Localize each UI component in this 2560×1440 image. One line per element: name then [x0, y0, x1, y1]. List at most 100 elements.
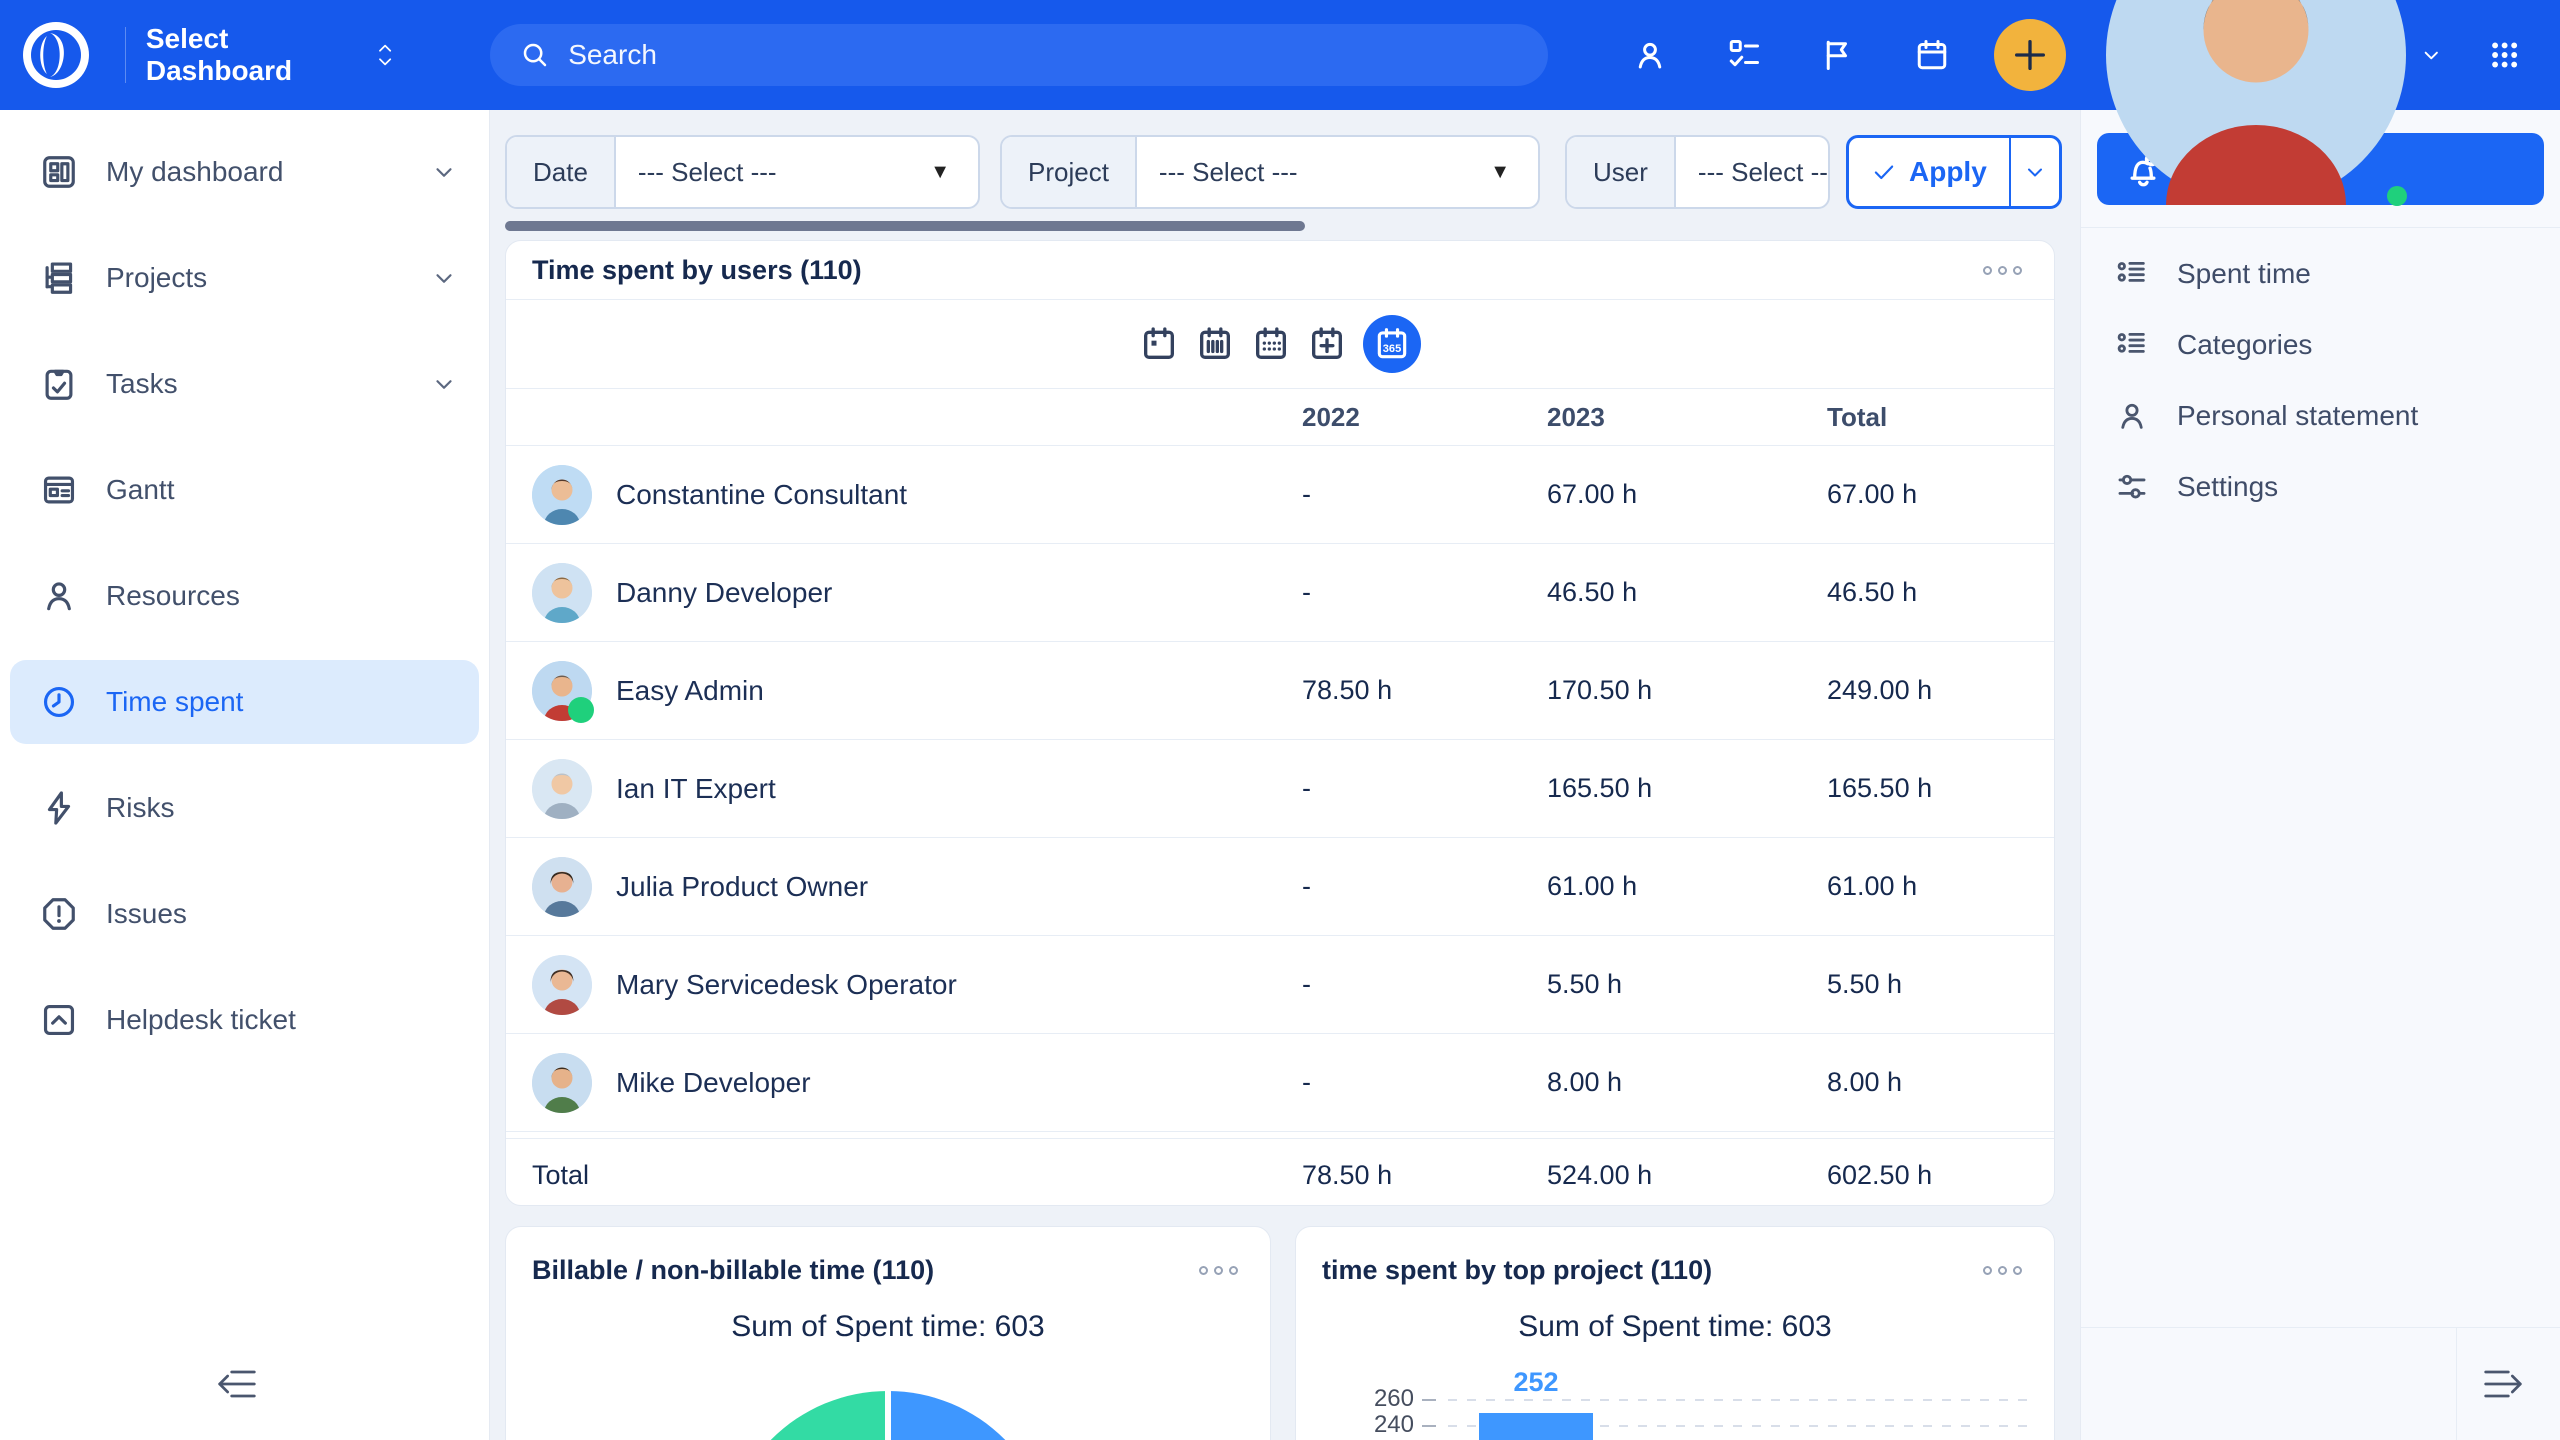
caret-down-icon: ▼ [1490, 161, 1516, 184]
sidebar-item-my-dashboard[interactable]: My dashboard [10, 130, 479, 214]
cell-total: 249.00 h [1827, 675, 2028, 706]
sidebar-item-label: Gantt [106, 474, 174, 506]
pie-slice-divider [885, 1391, 891, 1440]
table-header-row: 2022 2023 Total [506, 389, 2054, 446]
rightbar-item-settings[interactable]: Settings [2097, 451, 2544, 522]
table-row: Mike Developer - 8.00 h 8.00 h [506, 1034, 2054, 1132]
date-filter-select[interactable]: --- Select --- ▼ [616, 137, 978, 207]
left-sidebar: My dashboard Projects Tasks [0, 110, 490, 1440]
project-filter[interactable]: Project --- Select --- ▼ [1000, 135, 1540, 209]
apply-button[interactable]: Apply [1846, 135, 2062, 209]
horizontal-scrollbar[interactable] [505, 221, 1305, 231]
sidebar-item-issues[interactable]: Issues [10, 872, 479, 956]
tick-mark [1422, 1399, 1436, 1401]
chevron-down-icon[interactable] [2420, 42, 2443, 68]
sidebar-item-tasks[interactable]: Tasks [10, 342, 479, 426]
week-view-icon[interactable] [1195, 324, 1235, 364]
year-view-button-selected[interactable]: 365 [1363, 315, 1421, 373]
user-filter-select[interactable]: --- Select --- [1676, 137, 1828, 207]
list-icon [2115, 328, 2149, 362]
sidebar-item-time-spent[interactable]: Time spent [10, 660, 479, 744]
col-total: Total [1827, 402, 2028, 433]
apps-grid-icon[interactable] [2489, 37, 2520, 73]
gantt-icon [40, 471, 78, 509]
person-icon [2115, 399, 2149, 433]
chevron-down-icon [2023, 160, 2047, 184]
sidebar-item-risks[interactable]: Risks [10, 766, 479, 850]
date-filter[interactable]: Date --- Select --- ▼ [505, 135, 980, 209]
table-row: Julia Product Owner - 61.00 h 61.00 h [506, 838, 2054, 936]
quarter-view-icon[interactable] [1307, 324, 1347, 364]
card-title: time spent by top project (110) [1322, 1255, 1712, 1286]
chevron-down-icon[interactable] [431, 159, 457, 185]
cell-total: 46.50 h [1827, 577, 2028, 608]
apply-options-button[interactable] [2009, 138, 2059, 206]
expand-panel-icon[interactable] [2479, 1360, 2527, 1408]
table-row: Danny Developer - 46.50 h 46.50 h [506, 544, 2054, 642]
chevron-down-icon[interactable] [431, 371, 457, 397]
rightbar-item-categories[interactable]: Categories [2097, 309, 2544, 380]
check-icon [1871, 159, 1897, 185]
sidebar-item-gantt[interactable]: Gantt [10, 448, 479, 532]
cell-2023: 67.00 h [1547, 479, 1827, 510]
avatar [532, 465, 592, 525]
card-menu-button[interactable] [1977, 1260, 2028, 1281]
y-tick: 260 [1364, 1385, 1414, 1413]
sidebar-item-label: My dashboard [106, 156, 283, 188]
calendar-icon[interactable] [1914, 37, 1950, 73]
user-link[interactable]: Julia Product Owner [616, 871, 868, 903]
user-link[interactable]: Ian IT Expert [616, 773, 776, 805]
checklist-icon[interactable] [1726, 37, 1762, 73]
user-link[interactable]: Mike Developer [616, 1067, 811, 1099]
user-link[interactable]: Mary Servicedesk Operator [616, 969, 957, 1001]
rightbar-item-personal-statement[interactable]: Personal statement [2097, 380, 2544, 451]
card-menu-button[interactable] [1977, 260, 2028, 281]
quick-add-button[interactable] [1994, 19, 2066, 91]
clock-icon [40, 683, 78, 721]
cell-2022: - [1302, 1067, 1547, 1098]
user-link[interactable]: Danny Developer [616, 577, 832, 609]
zap-icon [40, 789, 78, 827]
list-icon [2115, 257, 2149, 291]
sidebar-item-resources[interactable]: Resources [10, 554, 479, 638]
cell-2022: - [1302, 479, 1547, 510]
user-link[interactable]: Easy Admin [616, 675, 764, 707]
dashboard-selector[interactable]: Select Dashboard [146, 23, 396, 87]
chevron-down-icon[interactable] [431, 265, 457, 291]
cell-2022: - [1302, 773, 1547, 804]
collapse-sidebar-icon[interactable] [213, 1360, 261, 1408]
sliders-icon [2115, 470, 2149, 504]
rightbar-item-label: Personal statement [2177, 400, 2418, 432]
user-filter-label: User [1567, 137, 1676, 207]
user-icon[interactable] [1632, 37, 1668, 73]
apply-button-label: Apply [1909, 156, 1987, 188]
user-link[interactable]: Constantine Consultant [616, 479, 907, 511]
person-icon [40, 577, 78, 615]
app-logo[interactable] [20, 19, 92, 91]
table-row: Mary Servicedesk Operator - 5.50 h 5.50 … [506, 936, 2054, 1034]
flag-icon[interactable] [1820, 37, 1856, 73]
top-project-card: time spent by top project (110) Sum of S… [1295, 1226, 2055, 1440]
rightbar-footer [2081, 1327, 2560, 1440]
bar [1479, 1413, 1593, 1440]
chevron-updown-icon [374, 38, 396, 72]
rightbar-item-spent-time[interactable]: Spent time [2097, 238, 2544, 309]
divider [2456, 1328, 2457, 1440]
cell-2023: 46.50 h [1547, 577, 1827, 608]
sidebar-item-projects[interactable]: Projects [10, 236, 479, 320]
sidebar-item-helpdesk-ticket[interactable]: Helpdesk ticket [10, 978, 479, 1062]
day-view-icon[interactable] [1139, 324, 1179, 364]
month-view-icon[interactable] [1251, 324, 1291, 364]
card-menu-button[interactable] [1193, 1260, 1244, 1281]
current-user-avatar[interactable] [2106, 0, 2406, 205]
user-filter[interactable]: User --- Select --- [1565, 135, 1830, 209]
period-view-switcher: 365 [506, 300, 2054, 389]
search-input[interactable] [568, 39, 1468, 71]
search-bar[interactable] [490, 24, 1548, 86]
table-row: Easy Admin 78.50 h 170.50 h 249.00 h [506, 642, 2054, 740]
plus-icon [2010, 35, 2050, 75]
project-filter-select[interactable]: --- Select --- ▼ [1137, 137, 1538, 207]
cell-total: 165.50 h [1827, 773, 2028, 804]
card-title: Billable / non-billable time (110) [532, 1255, 934, 1286]
divider [2081, 227, 2560, 228]
